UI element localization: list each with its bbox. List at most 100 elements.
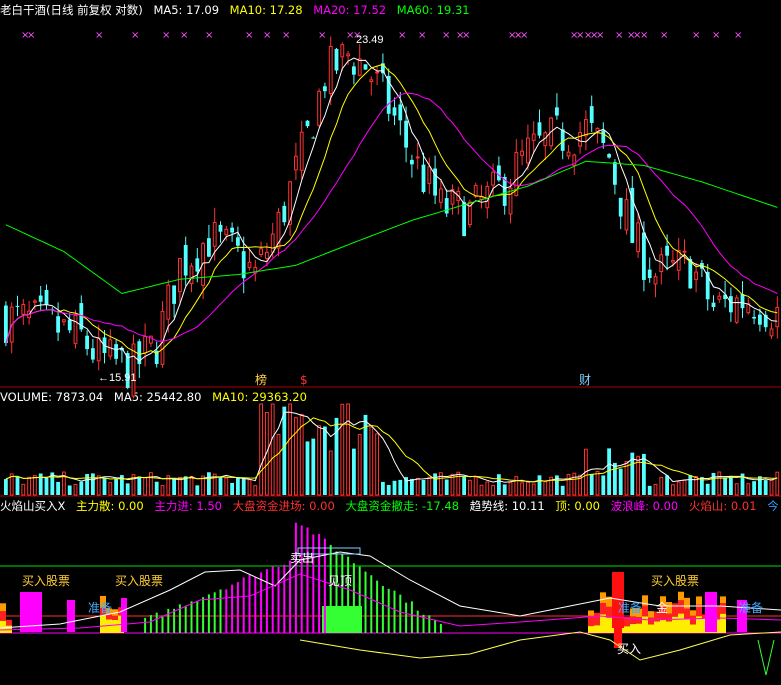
x-marker-30: × — [660, 30, 668, 41]
candle-body — [734, 297, 739, 323]
buy-signal-1: 买入股票 — [22, 574, 70, 588]
volume-bar-74 — [433, 473, 437, 495]
candle-body — [62, 319, 66, 323]
x-marker-10: × — [318, 30, 326, 41]
candle-body — [653, 276, 658, 285]
candle-18 — [108, 329, 113, 360]
volume-bar-7 — [44, 477, 49, 495]
candle-body — [694, 271, 699, 280]
volume-bar-25 — [149, 472, 153, 496]
candle-body — [369, 79, 374, 83]
fire-block-48 — [660, 619, 666, 633]
candle-body — [526, 137, 530, 164]
volume-bar-98 — [572, 472, 577, 496]
candle-body — [282, 205, 287, 223]
candle-101 — [589, 95, 594, 133]
candle-75 — [439, 178, 443, 209]
candle-body — [212, 222, 217, 247]
candle-body — [21, 304, 26, 315]
candle-52 — [305, 120, 310, 129]
fire-block-46 — [654, 621, 660, 633]
candle-39 — [230, 222, 234, 242]
volume-bar-96 — [560, 485, 565, 495]
candle-body — [711, 302, 716, 308]
volume-bar-11 — [67, 485, 72, 495]
candle-body — [207, 238, 211, 257]
x-marker-2: × — [95, 30, 103, 41]
candle-122 — [711, 295, 716, 311]
volume-bar-24 — [143, 477, 147, 496]
fire-block-1 — [0, 611, 6, 621]
volume-bar-87 — [508, 482, 513, 496]
candle-102 — [595, 127, 600, 144]
candle-body — [607, 154, 611, 158]
candle-55 — [323, 82, 327, 99]
volume-bar-79 — [462, 476, 466, 495]
candle-body — [44, 289, 49, 305]
fire-block-43 — [648, 624, 654, 633]
volume-bar-55 — [323, 426, 327, 495]
volume-bar-117 — [682, 479, 687, 496]
x-marker-32: × — [712, 30, 720, 41]
candle-60 — [352, 62, 356, 85]
candle-body — [73, 314, 78, 344]
fire-block-76 — [720, 596, 726, 603]
candle-53 — [311, 136, 316, 139]
volume-bar-39 — [230, 482, 234, 495]
candle-body — [717, 295, 722, 300]
volume-bar-73 — [427, 476, 432, 496]
candle-6 — [38, 285, 43, 311]
candle-54 — [317, 88, 322, 128]
volume-bar-0 — [4, 479, 8, 495]
candle-109 — [636, 213, 641, 258]
volume-bar-72 — [421, 479, 426, 495]
fire-block-11 — [112, 619, 118, 633]
candle-43 — [253, 259, 258, 282]
candle-50 — [294, 142, 298, 181]
volume-bar-70 — [410, 478, 414, 495]
candle-24 — [143, 323, 147, 367]
candle-64 — [375, 65, 380, 86]
fire-block-35 — [630, 616, 636, 624]
buy-signal-small: 买入 — [617, 642, 641, 656]
fire-block-22 — [600, 603, 606, 615]
volume-moving-averages — [5, 411, 778, 483]
candle-body — [485, 185, 490, 209]
fire-block-16 — [588, 626, 594, 633]
volume-bar-52 — [305, 441, 310, 495]
volume-bar-65 — [381, 481, 385, 495]
candle-body — [392, 107, 397, 116]
candle-body — [647, 269, 652, 279]
ma10-line — [5, 63, 778, 355]
fire-block-58 — [678, 591, 684, 601]
candle-body — [584, 118, 588, 137]
volume-bar-58 — [340, 403, 345, 496]
candle-47 — [276, 207, 281, 257]
fire-block-45 — [648, 611, 654, 618]
volume-bar-19 — [114, 478, 118, 495]
candle-body — [160, 310, 165, 365]
candle-123 — [717, 291, 722, 303]
candle-body — [305, 120, 310, 127]
candle-23 — [137, 339, 142, 378]
fire-block-67 — [696, 596, 702, 605]
volume-bar-59 — [346, 403, 351, 496]
x-marker-17: × — [462, 30, 470, 41]
candle-body — [259, 248, 264, 256]
indicator-graphics — [0, 522, 781, 676]
volume-bar-54 — [317, 425, 322, 496]
candle-14 — [85, 330, 89, 356]
fire-block-62 — [690, 624, 696, 633]
ma5-line — [5, 57, 778, 362]
volume-bar-33 — [195, 485, 200, 495]
prepare-signal-1: 准备 — [88, 601, 112, 615]
candles — [4, 36, 780, 399]
candle-89 — [520, 139, 525, 166]
candle-body — [578, 132, 583, 147]
fire-block-4 — [6, 619, 12, 626]
x-marker-5: × — [180, 30, 188, 41]
volume-bar-38 — [224, 477, 229, 496]
fire-block-59 — [684, 619, 690, 633]
candle-body — [462, 202, 466, 237]
prepare-signal-3: 准备 — [739, 601, 763, 615]
